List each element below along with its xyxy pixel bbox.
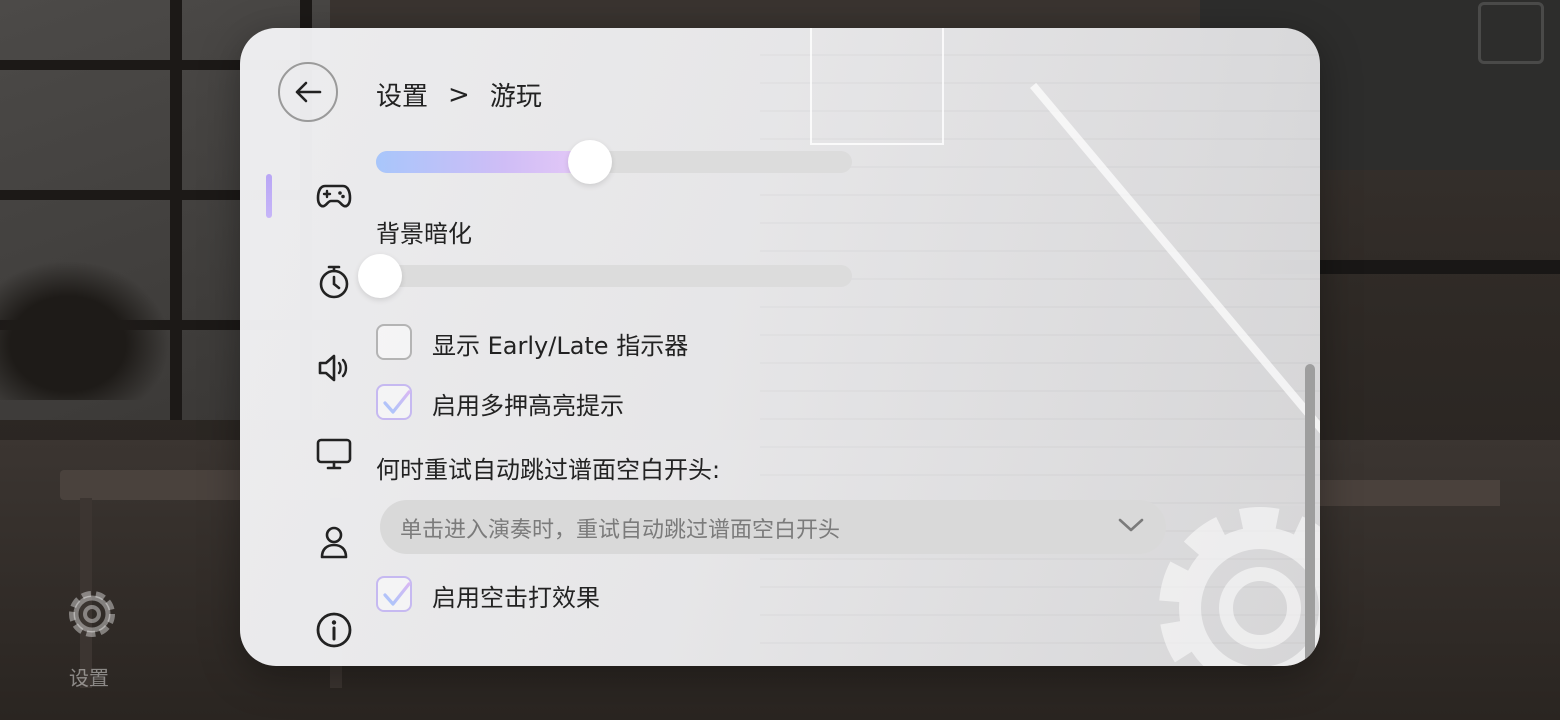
- book-icon[interactable]: [1478, 2, 1544, 64]
- arrow-left-icon: [295, 81, 322, 103]
- gear-watermark-icon: [1159, 507, 1320, 666]
- speaker-icon: [318, 354, 348, 382]
- top-slider[interactable]: [376, 151, 852, 173]
- checkmark-icon: [383, 390, 411, 414]
- user-icon: [320, 526, 348, 559]
- chevron-down-icon: [1118, 518, 1144, 532]
- settings-panel: 设置 > 游玩 背景暗化 显示 Early/Late 指示器 启用多押高亮提示 …: [240, 28, 1320, 666]
- breadcrumb-root[interactable]: 设置: [376, 76, 428, 113]
- top-slider-fill: [376, 151, 591, 173]
- nav-item-audio[interactable]: [314, 348, 354, 388]
- panel-backdrop-frame: [810, 28, 944, 145]
- retry-skip-selected: 单击进入演奏时，重试自动跳过谱面空白开头: [400, 518, 841, 543]
- empty-hit-checkbox[interactable]: [376, 576, 412, 612]
- background-dim-label: 背景暗化: [376, 220, 472, 248]
- nav-active-indicator: [266, 174, 272, 218]
- settings-gear-icon[interactable]: [60, 582, 124, 646]
- background-dim-slider[interactable]: [376, 265, 852, 287]
- gamepad-icon: [316, 184, 352, 208]
- background-dim-slider-knob[interactable]: [358, 254, 402, 298]
- breadcrumb-separator: >: [448, 79, 470, 110]
- top-slider-knob[interactable]: [568, 140, 613, 184]
- multi-press-checkbox[interactable]: [376, 384, 412, 420]
- nav-item-about[interactable]: [314, 610, 354, 650]
- checkmark-icon: [383, 582, 411, 606]
- settings-label[interactable]: 设置: [69, 662, 109, 691]
- info-icon: [316, 612, 352, 648]
- breadcrumb-current: 游玩: [489, 82, 542, 112]
- early-late-label[interactable]: 显示 Early/Late 指示器: [432, 326, 688, 361]
- retry-skip-label: 何时重试自动跳过谱面空白开头:: [376, 456, 721, 484]
- nav-item-display[interactable]: [314, 434, 354, 474]
- nav-item-account[interactable]: [314, 522, 354, 562]
- retry-skip-dropdown[interactable]: 单击进入演奏时，重试自动跳过谱面空白开头: [380, 500, 1166, 554]
- stopwatch-icon: [319, 265, 349, 299]
- back-button[interactable]: [278, 62, 338, 122]
- early-late-checkbox[interactable]: [376, 324, 412, 360]
- nav-item-timing[interactable]: [314, 262, 354, 302]
- nav-item-gameplay[interactable]: [314, 176, 354, 216]
- monitor-icon: [316, 438, 352, 470]
- empty-hit-label[interactable]: 启用空击打效果: [432, 578, 600, 613]
- scrollbar[interactable]: [1305, 364, 1315, 666]
- breadcrumb: 设置 > 游玩: [376, 76, 542, 113]
- background-plant: [0, 260, 170, 400]
- multi-press-label[interactable]: 启用多押高亮提示: [432, 386, 624, 421]
